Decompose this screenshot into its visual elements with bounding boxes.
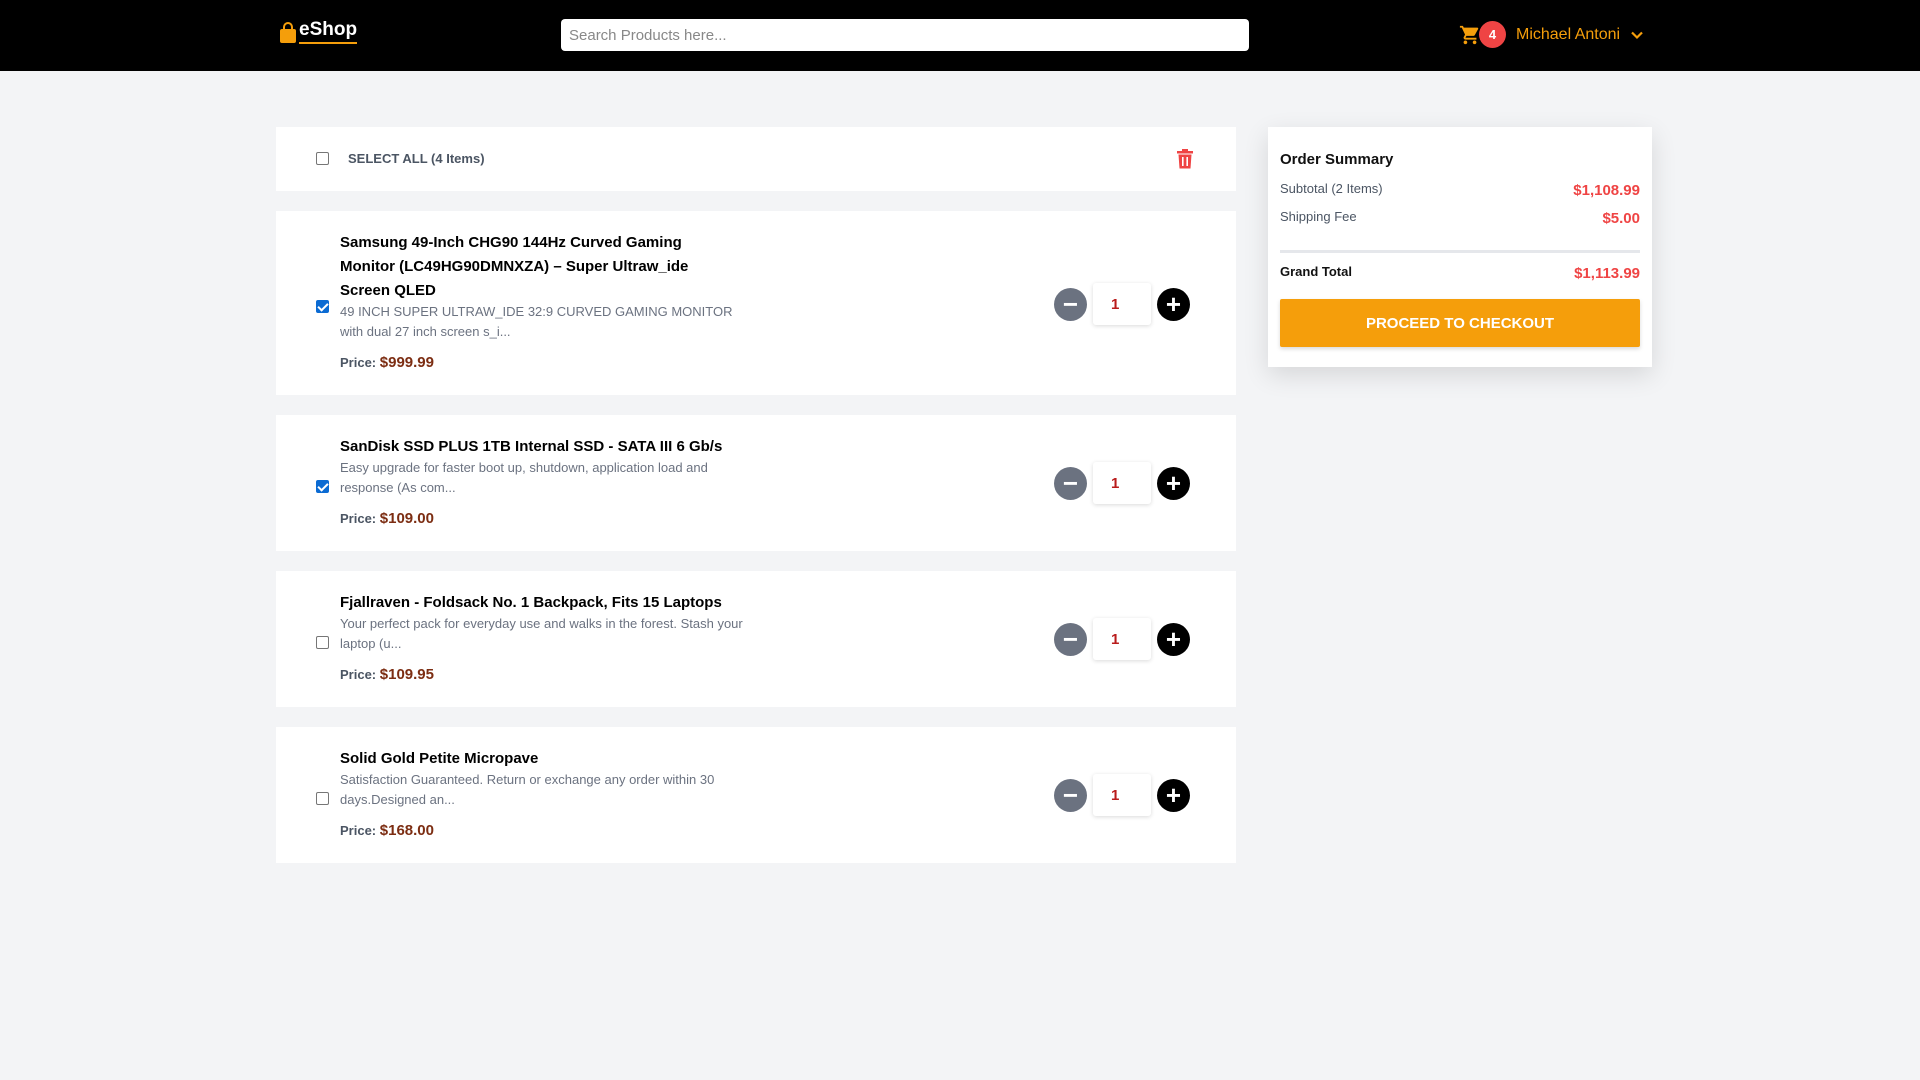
item-title[interactable]: SanDisk SSD PLUS 1TB Internal SSD - SATA… <box>340 435 760 459</box>
item-description: Easy upgrade for faster boot up, shutdow… <box>340 460 708 495</box>
plus-icon: + <box>1165 780 1182 810</box>
price-label: Price: <box>340 823 377 838</box>
shipping-fee-value: $5.00 <box>1602 210 1640 227</box>
cart-and-user: 4 Michael Antoni <box>1459 21 1644 48</box>
subtotal-label: Subtotal (2 Items) <box>1280 181 1383 196</box>
select-all-label: SELECT ALL (4 Items) <box>348 151 485 166</box>
minus-icon: − <box>1062 780 1079 810</box>
item-description: Satisfaction Guaranteed. Return or excha… <box>340 772 715 807</box>
user-menu-name[interactable]: Michael Antoni <box>1516 26 1620 44</box>
trash-icon[interactable] <box>1176 149 1194 169</box>
quantity-stepper: − 1 + <box>1054 462 1190 504</box>
decrease-quantity-button[interactable]: − <box>1054 287 1087 321</box>
item-title[interactable]: Samsung 49-Inch CHG90 144Hz Curved Gamin… <box>340 231 740 303</box>
chevron-down-icon[interactable] <box>1630 28 1644 42</box>
item-price: Price: $168.00 <box>340 822 434 839</box>
quantity-value[interactable]: 1 <box>1093 774 1151 816</box>
order-summary-title: Order Summary <box>1280 151 1394 168</box>
item-description: Your perfect pack for everyday use and w… <box>340 616 743 651</box>
quantity-stepper: − 1 + <box>1054 774 1190 816</box>
minus-icon: − <box>1062 468 1079 498</box>
item-checkbox[interactable] <box>316 792 329 805</box>
plus-icon: + <box>1165 468 1182 498</box>
plus-icon: + <box>1165 624 1182 654</box>
decrease-quantity-button[interactable]: − <box>1054 778 1087 812</box>
shipping-fee-label: Shipping Fee <box>1280 209 1357 224</box>
item-price: Price: $109.95 <box>340 666 434 683</box>
select-all-checkbox[interactable] <box>316 152 329 165</box>
item-price: Price: $109.00 <box>340 510 434 527</box>
search-input[interactable] <box>561 19 1249 51</box>
price-label: Price: <box>340 667 377 682</box>
increase-quantity-button[interactable]: + <box>1157 287 1190 321</box>
item-title[interactable]: Solid Gold Petite Micropave <box>340 747 760 771</box>
quantity-value[interactable]: 1 <box>1093 283 1151 325</box>
quantity-value[interactable]: 1 <box>1093 462 1151 504</box>
top-navbar: eShop 4 Michael Antoni <box>0 0 1920 71</box>
minus-icon: − <box>1062 624 1079 654</box>
cart-icon[interactable] <box>1459 24 1481 46</box>
minus-icon: − <box>1062 289 1079 319</box>
increase-quantity-button[interactable]: + <box>1157 466 1190 500</box>
item-checkbox[interactable] <box>316 300 329 313</box>
item-checkbox[interactable] <box>316 636 329 649</box>
plus-icon: + <box>1165 289 1182 319</box>
increase-quantity-button[interactable]: + <box>1157 778 1190 812</box>
price-amount: $999.99 <box>379 354 434 371</box>
select-all-bar: SELECT ALL (4 Items) <box>276 127 1236 191</box>
price-label: Price: <box>340 511 377 526</box>
eshop-logo[interactable]: eShop <box>279 20 358 44</box>
summary-divider <box>1280 250 1640 253</box>
cart-item: Samsung 49-Inch CHG90 144Hz Curved Gamin… <box>276 211 1236 395</box>
quantity-stepper: − 1 + <box>1054 618 1190 660</box>
price-amount: $168.00 <box>379 822 434 839</box>
item-price: Price: $999.99 <box>340 354 434 371</box>
cart-count-badge: 4 <box>1479 21 1506 48</box>
item-title[interactable]: Fjallraven - Foldsack No. 1 Backpack, Fi… <box>340 591 760 615</box>
increase-quantity-button[interactable]: + <box>1157 622 1190 656</box>
cart-item: SanDisk SSD PLUS 1TB Internal SSD - SATA… <box>276 415 1236 551</box>
price-amount: $109.95 <box>379 666 434 683</box>
order-summary-panel: Order Summary Subtotal (2 Items) $1,108.… <box>1268 127 1652 367</box>
item-description: 49 INCH SUPER ULTRAW_IDE 32:9 CURVED GAM… <box>340 304 733 339</box>
proceed-to-checkout-button[interactable]: PROCEED TO CHECKOUT <box>1280 299 1640 347</box>
price-label: Price: <box>340 355 377 370</box>
grand-total-label: Grand Total <box>1280 264 1352 279</box>
quantity-stepper: − 1 + <box>1054 283 1190 325</box>
decrease-quantity-button[interactable]: − <box>1054 466 1087 500</box>
cart-item: Solid Gold Petite Micropave Satisfaction… <box>276 727 1236 863</box>
grand-total-value: $1,113.99 <box>1574 265 1640 282</box>
quantity-value[interactable]: 1 <box>1093 618 1151 660</box>
item-checkbox[interactable] <box>316 480 329 493</box>
decrease-quantity-button[interactable]: − <box>1054 622 1087 656</box>
subtotal-value: $1,108.99 <box>1573 182 1640 199</box>
price-amount: $109.00 <box>379 510 434 527</box>
shopping-bag-icon <box>280 22 296 43</box>
cart-item: Fjallraven - Foldsack No. 1 Backpack, Fi… <box>276 571 1236 707</box>
logo-text: eShop <box>299 20 358 44</box>
